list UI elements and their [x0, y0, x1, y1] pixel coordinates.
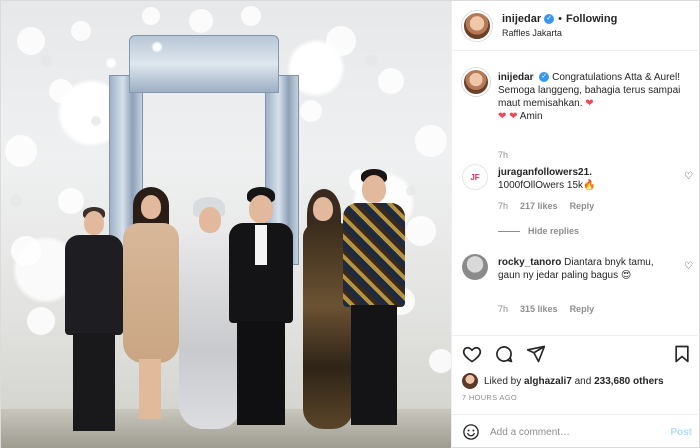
comment-bubble-icon[interactable]: [494, 344, 514, 364]
heart-eyes-emoji: 😍: [620, 270, 632, 281]
heart-outline-icon[interactable]: [462, 344, 482, 364]
instagram-post: inijedar ✓ • Following Raffles Jakarta i…: [0, 0, 700, 448]
separator-dot: •: [558, 13, 562, 25]
post-header: inijedar ✓ • Following Raffles Jakarta: [452, 1, 700, 51]
post-button[interactable]: Post: [670, 427, 692, 438]
fire-emoji: 🔥: [583, 180, 596, 191]
post-timestamp[interactable]: 7 HOURS AGO: [462, 393, 517, 402]
verified-badge-icon: ✓: [544, 14, 555, 24]
comment: rocky_tanoro Diantara bnyk tamu, gaun ny…: [462, 254, 694, 324]
likes-prefix: Liked by: [484, 375, 522, 387]
comment-like-icon[interactable]: ♡: [684, 172, 694, 182]
action-bar: [452, 335, 700, 371]
replies-divider: [498, 230, 520, 232]
author-avatar[interactable]: [462, 68, 490, 96]
likes-count[interactable]: 233,680 others: [594, 376, 664, 387]
comment-likes[interactable]: 217 likes: [520, 201, 558, 211]
hide-replies-button[interactable]: Hide replies: [498, 226, 579, 236]
post-sidebar: inijedar ✓ • Following Raffles Jakarta i…: [451, 1, 700, 448]
comment-username[interactable]: rocky_tanoro: [498, 257, 561, 268]
comment-time: 7h: [498, 201, 509, 211]
comment-time: 7h: [498, 304, 509, 314]
verified-badge-icon: ✓: [539, 72, 550, 83]
groom-figure: [225, 187, 297, 432]
comments-list[interactable]: inijedar ✓ Congratulations Atta & Aurel!…: [452, 52, 700, 335]
commenter-avatar[interactable]: [462, 254, 488, 280]
comment: JF juraganfollowers21. 1000fOllOwers 15k…: [462, 164, 694, 224]
liker-username[interactable]: alghazali7: [524, 376, 572, 387]
bookmark-icon[interactable]: [672, 344, 692, 364]
guest-figure: [339, 169, 409, 431]
reply-button[interactable]: Reply: [570, 304, 595, 314]
smiley-icon[interactable]: [462, 423, 480, 441]
comment-input[interactable]: [490, 426, 671, 438]
likes-middle: and: [574, 375, 592, 387]
paper-plane-icon[interactable]: [526, 344, 546, 364]
caption-time: 7h: [498, 150, 509, 160]
caption-amin: Amin: [519, 111, 543, 122]
heart-emoji-pair: ❤ ❤: [498, 111, 518, 122]
location-link[interactable]: Raffles Jakarta: [502, 28, 617, 38]
following-button[interactable]: Following: [566, 13, 617, 25]
post-photo[interactable]: [1, 1, 451, 448]
author-avatar[interactable]: [462, 10, 492, 41]
comment-text: 1000fOllOwers 15k: [498, 180, 584, 191]
commenter-avatar-text: JF: [470, 172, 480, 182]
reply-button[interactable]: Reply: [570, 201, 595, 211]
liker-avatar: [462, 373, 478, 389]
likes-summary[interactable]: Liked by alghazali7 and 233,680 others: [462, 373, 664, 389]
caption-username[interactable]: inijedar: [498, 72, 534, 83]
hide-replies-label: Hide replies: [528, 226, 580, 236]
caption: inijedar ✓ Congratulations Atta & Aurel!…: [462, 68, 694, 160]
comment-composer: Post: [452, 414, 700, 448]
comment-username[interactable]: juraganfollowers21.: [498, 167, 592, 178]
comment-like-icon[interactable]: ♡: [684, 262, 694, 272]
comment-likes[interactable]: 315 likes: [520, 304, 558, 314]
commenter-avatar[interactable]: JF: [462, 164, 488, 190]
heart-emoji: ❤: [585, 98, 594, 109]
author-username[interactable]: inijedar: [502, 13, 541, 25]
